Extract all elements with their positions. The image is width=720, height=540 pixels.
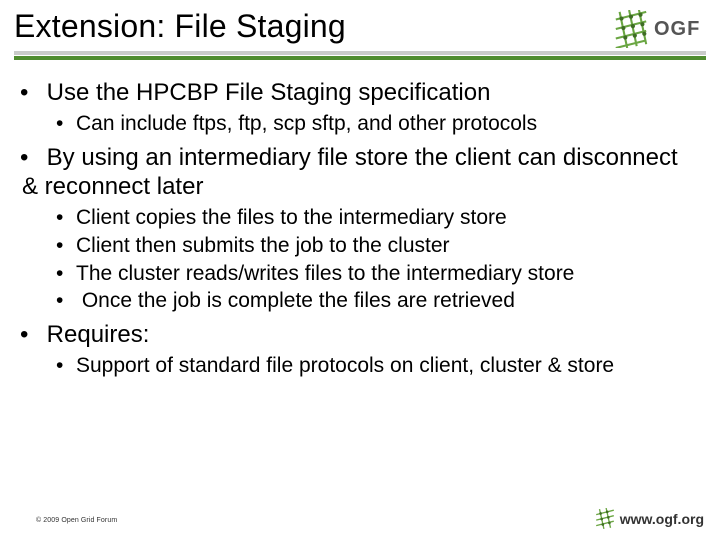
slide-title: Extension: File Staging (14, 8, 706, 45)
sub-bullet: Client then submits the job to the clust… (56, 233, 698, 259)
bullet-1-text: Use the HPCBP File Staging specification (47, 79, 491, 106)
grid-icon-small (594, 508, 616, 530)
bullet-2: By using an intermediary file store the … (22, 143, 698, 314)
sub-bullet: The cluster reads/writes files to the in… (56, 261, 698, 287)
title-underline (14, 51, 706, 60)
sub-bullet: Once the job is complete the files are r… (56, 288, 698, 314)
sub-bullet: Client copies the files to the intermedi… (56, 205, 698, 231)
bullet-3-text: Requires: (47, 321, 150, 348)
grid-icon (612, 10, 650, 48)
bullet-2-text: By using an intermediary file store the … (22, 144, 678, 200)
slide-header: Extension: File Staging OGF (0, 0, 720, 60)
sub-bullet: Support of standard file protocols on cl… (56, 353, 698, 379)
footer-logo: www.ogf.org (594, 508, 704, 530)
bullet-1: Use the HPCBP File Staging specification… (22, 78, 698, 137)
footer-url: www.ogf.org (620, 511, 704, 527)
bullet-3: Requires: Support of standard file proto… (22, 320, 698, 379)
slide-body: Use the HPCBP File Staging specification… (0, 60, 720, 379)
sub-bullet: Can include ftps, ftp, scp sftp, and oth… (56, 111, 698, 137)
logo-text: OGF (654, 18, 700, 41)
copyright-text: © 2009 Open Grid Forum (36, 517, 117, 524)
ogf-logo: OGF (612, 6, 706, 52)
